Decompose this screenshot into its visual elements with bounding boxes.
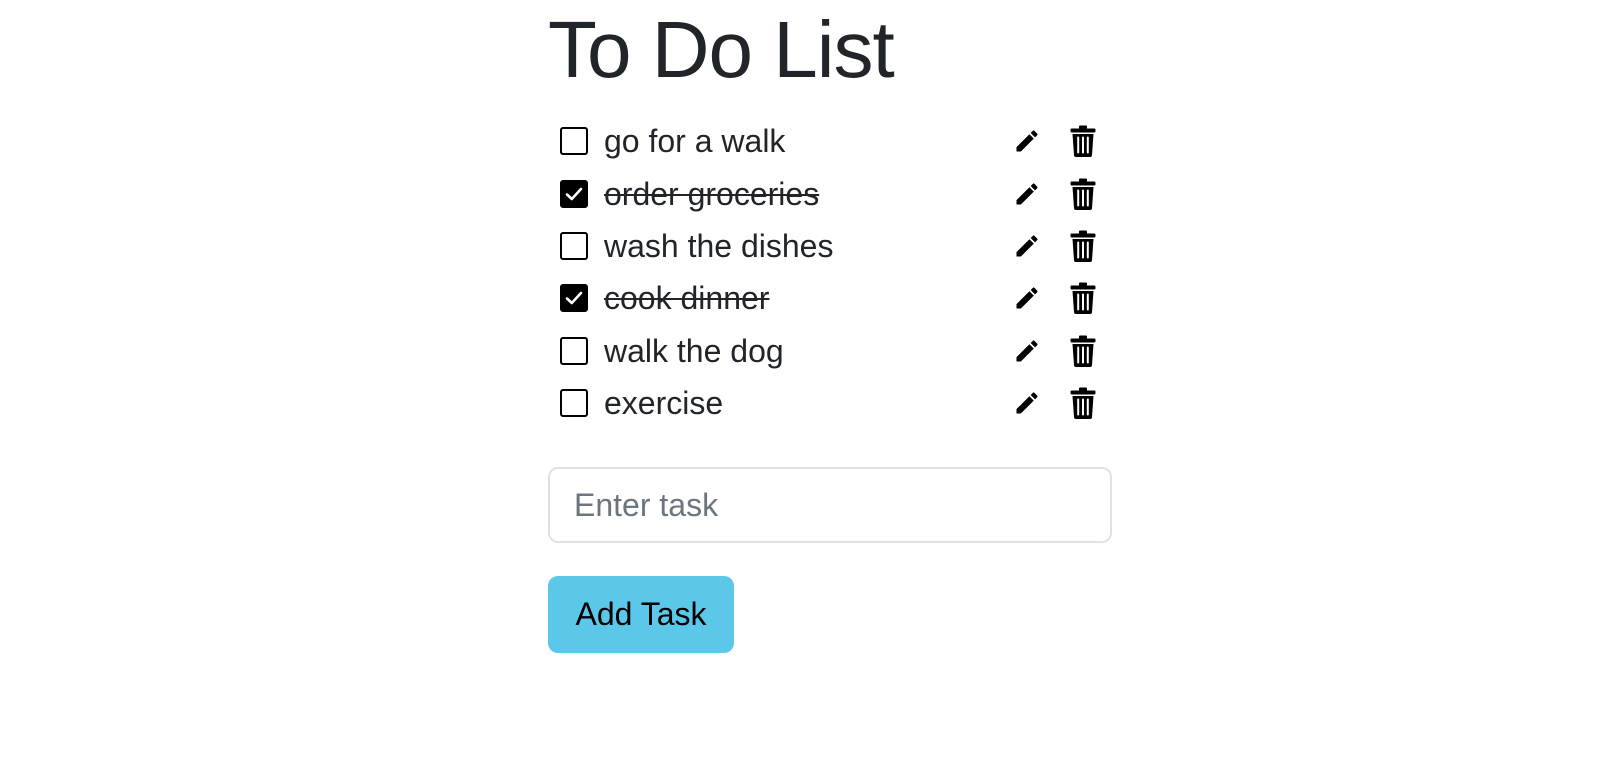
task-row: go for a walk [560,115,1100,167]
trash-icon[interactable] [1067,178,1099,210]
pencil-icon[interactable] [1011,178,1043,210]
task-checkbox[interactable] [560,336,588,365]
task-actions [1011,325,1099,377]
trash-icon[interactable] [1067,282,1099,315]
task-row: order groceries [560,167,1100,219]
trash-icon[interactable] [1067,387,1099,420]
task-input[interactable] [548,467,1112,543]
pencil-icon[interactable] [1011,230,1043,262]
trash-icon[interactable] [1067,230,1099,262]
task-checkbox[interactable] [560,231,588,260]
task-checkbox[interactable] [560,389,588,418]
pencil-icon[interactable] [1011,335,1043,367]
task-actions [1011,220,1099,272]
task-text: order groceries [604,175,820,212]
pencil-icon[interactable] [1011,387,1043,419]
task-row: exercise [560,377,1100,429]
task-checkbox[interactable] [560,127,588,156]
task-text: walk the dog [604,332,784,369]
task-actions [1011,377,1099,429]
task-actions [1011,272,1099,324]
task-row: walk the dog [560,325,1100,377]
task-actions [1011,167,1099,219]
task-text: wash the dishes [604,227,834,264]
pencil-icon[interactable] [1011,125,1043,157]
trash-icon[interactable] [1067,335,1099,367]
task-text: exercise [604,385,724,422]
checkmark-icon [565,292,583,305]
pencil-icon[interactable] [1011,282,1043,314]
task-checkbox[interactable] [560,179,588,208]
task-row: cook dinner [560,272,1100,324]
trash-icon[interactable] [1067,125,1099,158]
task-row: wash the dishes [560,220,1100,272]
task-list: go for a walk order groceries wash the d… [560,115,1100,429]
checkmark-icon [565,187,583,200]
task-text: cook dinner [604,280,770,317]
task-text: go for a walk [604,123,786,160]
add-task-button[interactable]: Add Task [548,576,734,653]
task-actions [1011,115,1099,167]
task-checkbox[interactable] [560,284,588,313]
page-title: To Do List [548,5,895,94]
